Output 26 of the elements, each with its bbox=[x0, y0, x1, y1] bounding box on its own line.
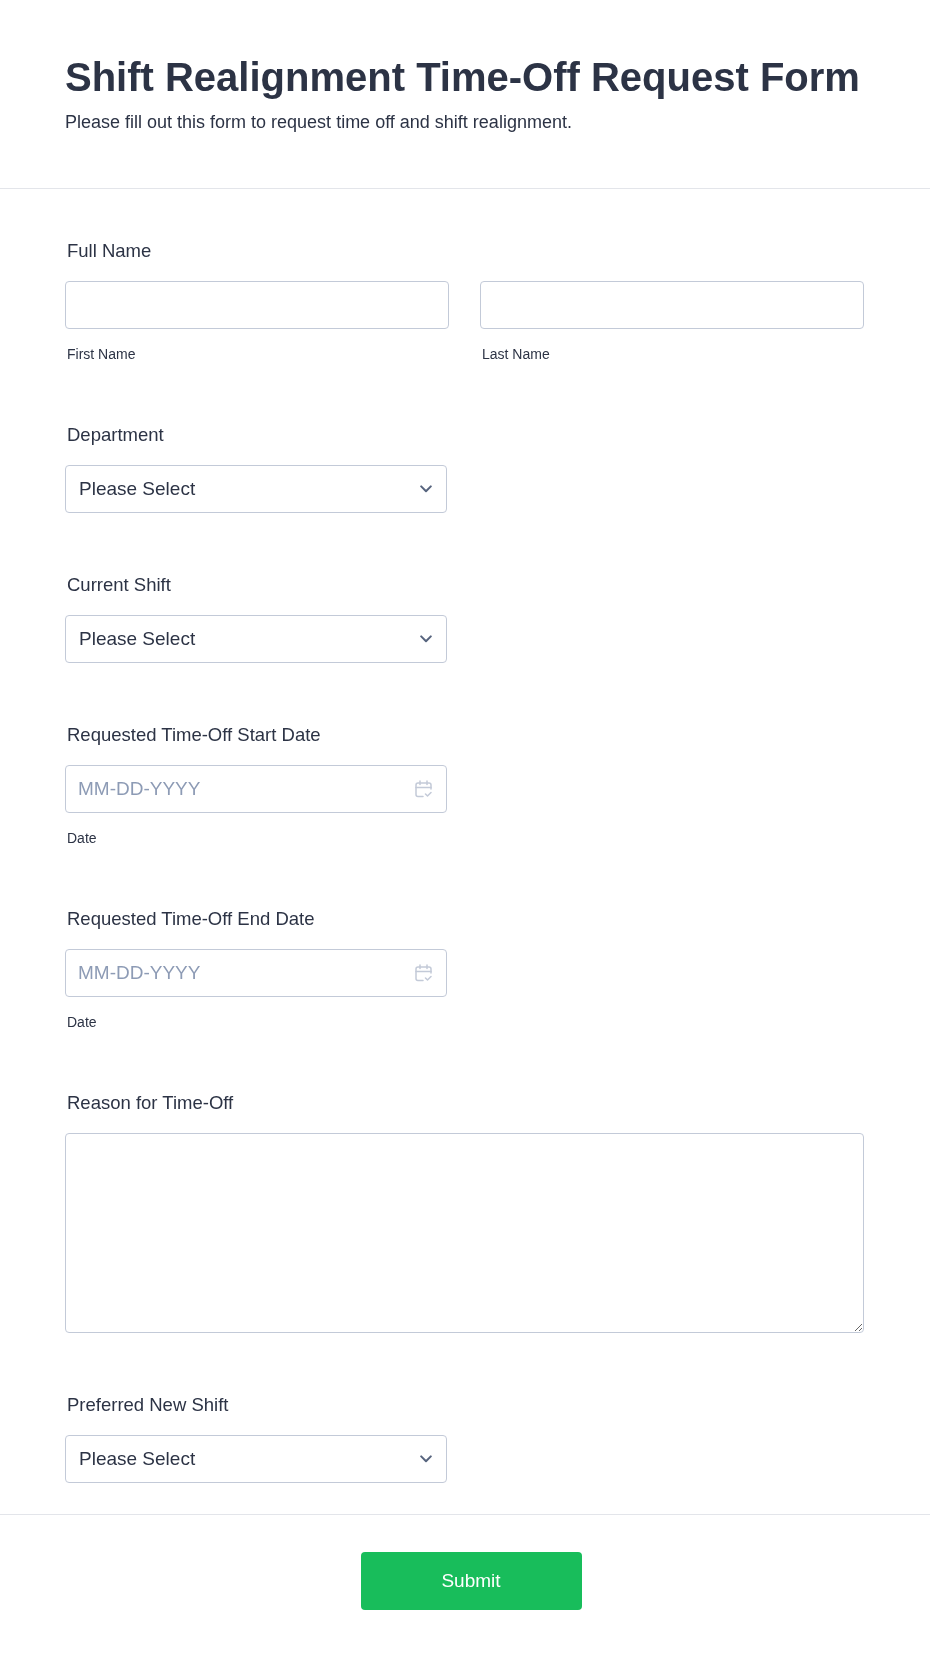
calendar-icon[interactable] bbox=[415, 964, 432, 982]
field-label: Full Name bbox=[67, 239, 152, 263]
field-sublabel: First Name bbox=[67, 345, 137, 363]
text-input[interactable] bbox=[480, 281, 864, 329]
chevron-down-icon bbox=[420, 635, 432, 643]
field-label: Requested Time-Off End Date bbox=[67, 907, 315, 931]
date-input[interactable]: MM-DD-YYYY bbox=[65, 949, 447, 997]
field-label: Preferred New Shift bbox=[67, 1393, 229, 1417]
date-input[interactable]: MM-DD-YYYY bbox=[65, 765, 447, 813]
calendar-icon[interactable] bbox=[415, 780, 432, 798]
field-sublabel: Last Name bbox=[482, 345, 551, 363]
field-sublabel: Date bbox=[67, 829, 98, 847]
textarea-field[interactable] bbox=[65, 1133, 864, 1333]
field-label: Reason for Time-Off bbox=[67, 1091, 234, 1115]
text-input[interactable] bbox=[65, 281, 449, 329]
chevron-down-icon bbox=[420, 485, 432, 493]
chevron-down-icon bbox=[420, 1455, 432, 1463]
field-label: Department bbox=[67, 423, 164, 447]
dropdown-select[interactable]: Please Select bbox=[65, 1435, 447, 1483]
form-title: Shift Realignment Time-Off Request Form bbox=[65, 54, 861, 100]
form-description: Please fill out this form to request time off and shift realignment. bbox=[65, 111, 573, 134]
field-label: Requested Time-Off Start Date bbox=[67, 723, 321, 747]
field-label: Current Shift bbox=[67, 573, 171, 597]
dropdown-select[interactable]: Please Select bbox=[65, 465, 447, 513]
field-sublabel: Date bbox=[67, 1013, 98, 1031]
dropdown-select[interactable]: Please Select bbox=[65, 615, 447, 663]
